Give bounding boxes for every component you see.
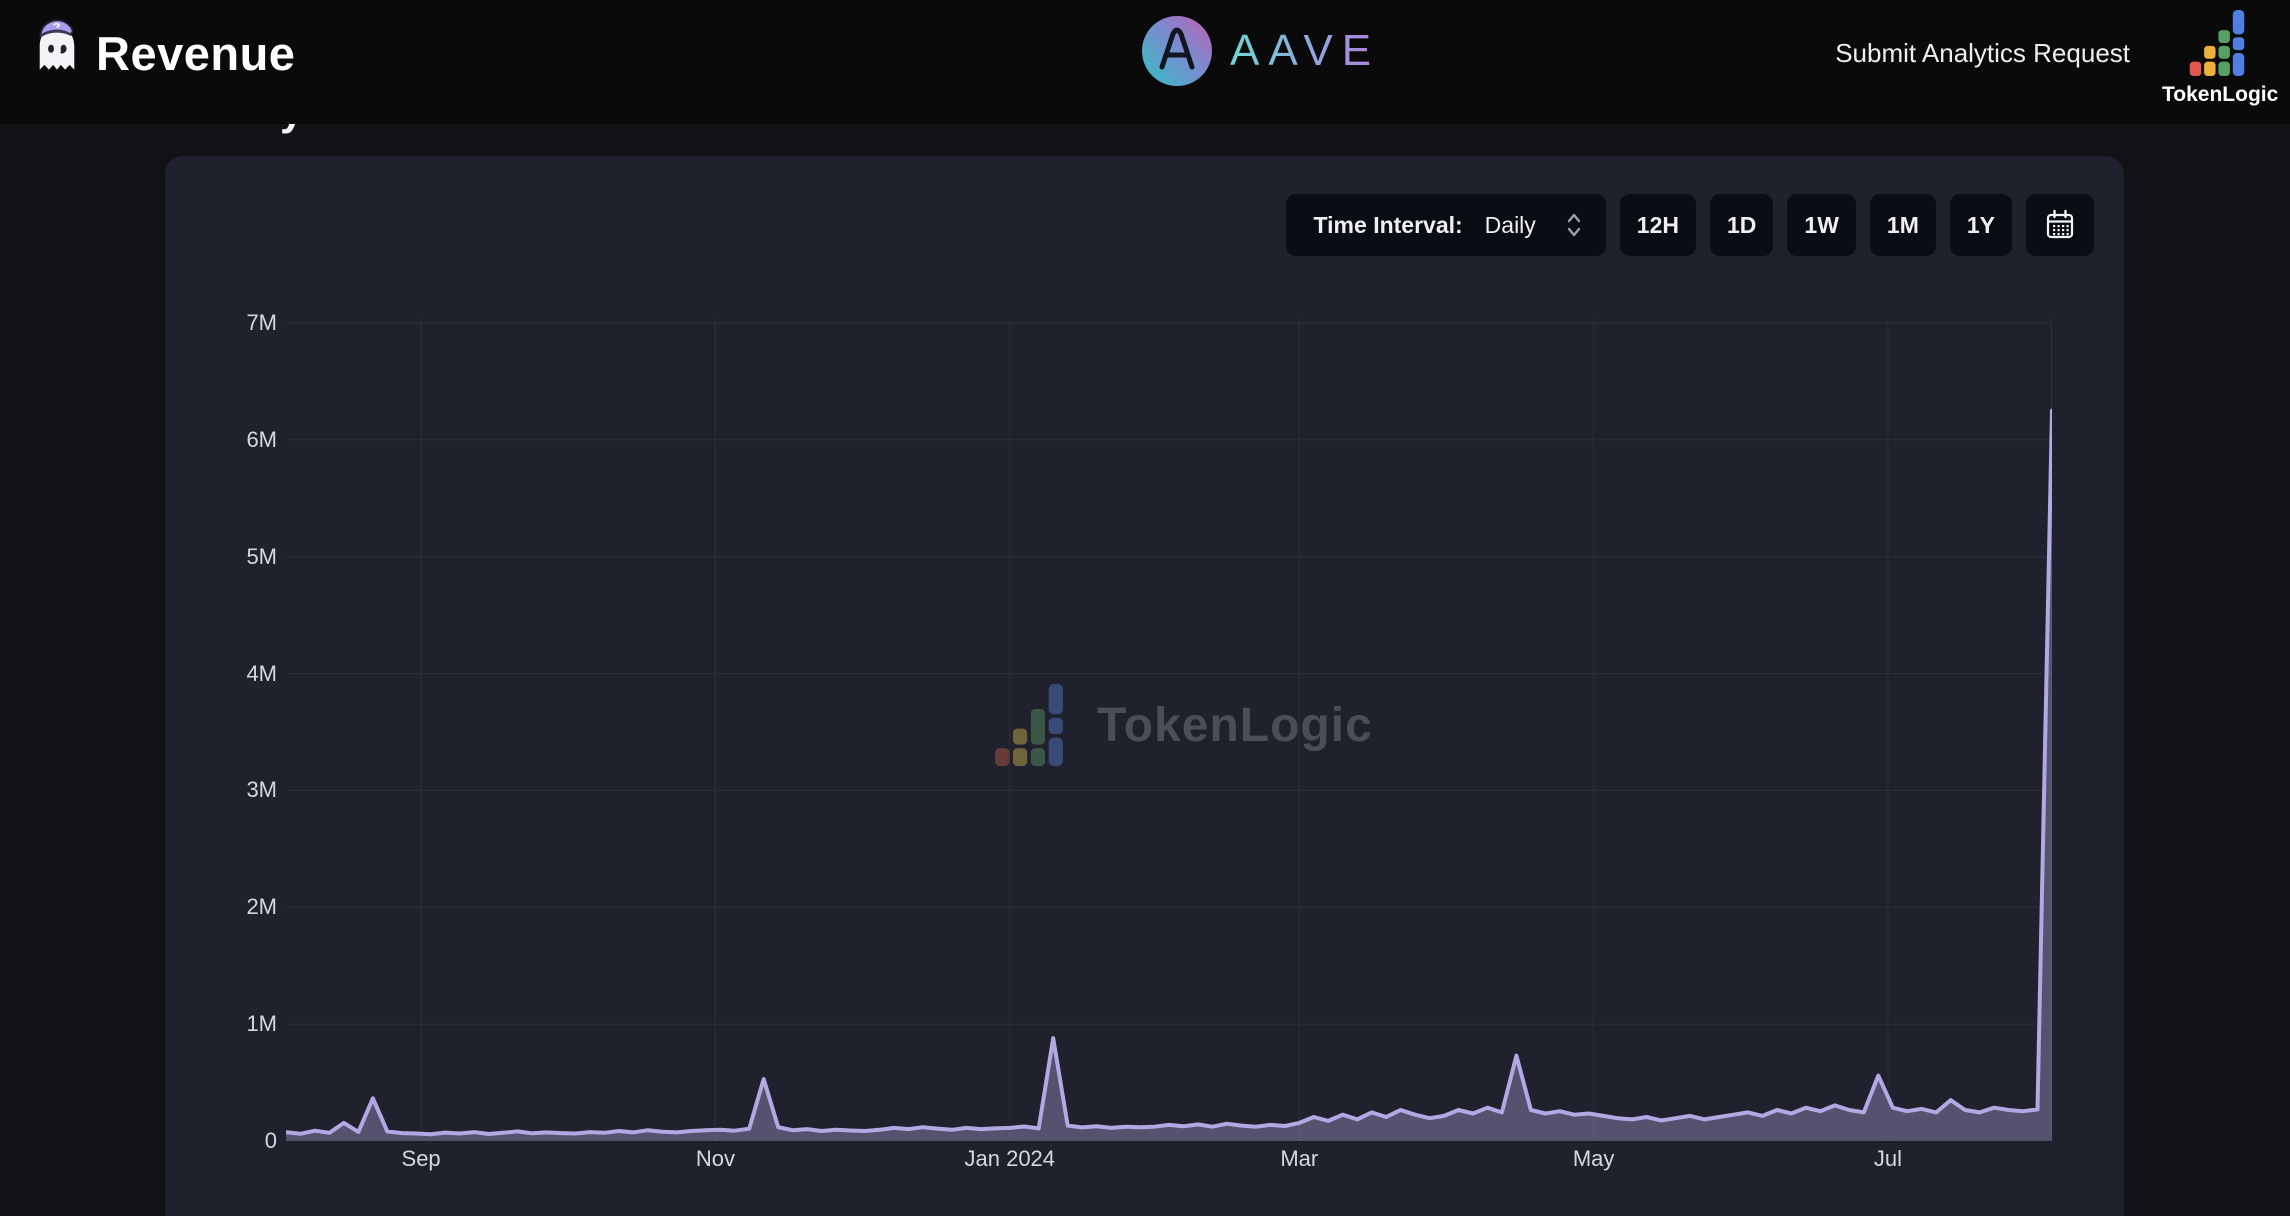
y-axis-tick-label: 7M — [185, 309, 277, 337]
x-axis-tick-label: May — [1524, 1146, 1664, 1172]
interval-button-1d[interactable]: 1D — [1710, 194, 1773, 256]
aave-ghost-icon — [28, 16, 86, 78]
tokenlogic-watermark-text: TokenLogic — [1097, 698, 1373, 753]
revenue-area-fill — [286, 411, 2052, 1141]
revenue-chart-card: Time Interval: Daily 12H 1D 1W 1M 1Y — [165, 156, 2124, 1216]
x-axis-tick-label: Mar — [1229, 1146, 1369, 1172]
tokenlogic-watermark-bars-icon — [983, 684, 1075, 766]
interval-button-1w[interactable]: 1W — [1787, 194, 1856, 256]
interval-button-12h[interactable]: 12H — [1620, 194, 1696, 256]
chevron-up-down-icon — [1566, 210, 1582, 240]
tokenlogic-logo[interactable]: TokenLogic — [2162, 10, 2272, 107]
aave-logo: AAVE — [1140, 14, 1380, 88]
y-axis-tick-label: 0 — [185, 1127, 277, 1155]
y-axis-tick-label: 1M — [185, 1010, 277, 1038]
x-axis-tick-label: Jul — [1818, 1146, 1958, 1172]
calendar-button[interactable] — [2026, 194, 2094, 256]
y-axis-tick-label: 5M — [185, 543, 277, 571]
tokenlogic-bars-icon — [2186, 10, 2248, 76]
time-interval-dropdown[interactable]: Time Interval: Daily — [1286, 194, 1606, 256]
tokenlogic-logo-text: TokenLogic — [2162, 83, 2272, 107]
submit-analytics-request-link[interactable]: Submit Analytics Request — [1835, 38, 2130, 69]
interval-button-1y[interactable]: 1Y — [1950, 194, 2012, 256]
y-axis-tick-label: 6M — [185, 426, 277, 454]
time-interval-label: Time Interval: — [1314, 212, 1463, 239]
y-axis-tick-label: 4M — [185, 660, 277, 688]
aave-wordmark: AAVE — [1230, 26, 1380, 76]
y-axis-tick-label: 2M — [185, 893, 277, 921]
x-axis-tick-label: Nov — [645, 1146, 785, 1172]
page-title: Revenue — [96, 26, 295, 81]
x-axis-tick-label: Sep — [351, 1146, 491, 1172]
tokenlogic-watermark: TokenLogic — [983, 684, 1373, 766]
calendar-icon — [2044, 208, 2076, 242]
time-interval-value: Daily — [1485, 212, 1536, 239]
clipped-section-title: y — [280, 123, 314, 136]
x-axis-tick-label: Jan 2024 — [940, 1146, 1080, 1172]
top-header: Revenue AAVE Submit Analytics Request — [0, 0, 2290, 124]
y-axis-tick-label: 3M — [185, 776, 277, 804]
interval-button-1m[interactable]: 1M — [1870, 194, 1936, 256]
revenue-line — [286, 411, 2052, 1135]
chart-controls: Time Interval: Daily 12H 1D 1W 1M 1Y — [1286, 194, 2094, 256]
aave-circle-mark — [1140, 14, 1214, 88]
